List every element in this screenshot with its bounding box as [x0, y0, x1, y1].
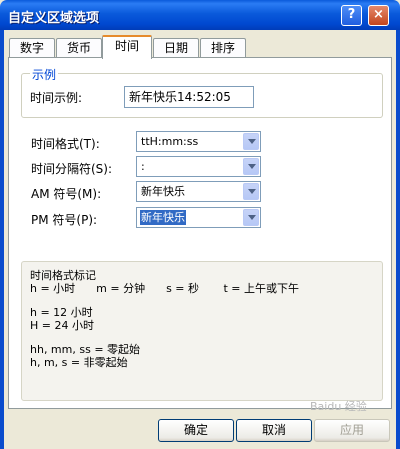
window-title: 自定义区域选项 — [8, 11, 100, 26]
time-separator-label: 时间分隔符(S): — [31, 162, 113, 176]
time-separator-combo[interactable]: : — [136, 156, 261, 177]
chevron-down-icon[interactable] — [243, 183, 259, 200]
notation-line: h, m, s = 非零起始 — [30, 356, 128, 369]
title-bar[interactable]: 自定义区域选项 ? × — [0, 0, 400, 30]
window-frame-left — [0, 30, 4, 449]
tab-date[interactable]: 日期 — [153, 38, 199, 58]
time-sample-value: 新年快乐14:52:05 — [124, 86, 254, 108]
chevron-down-icon[interactable] — [243, 158, 259, 175]
example-group: 示例 时间示例: 新年快乐14:52:05 — [21, 66, 383, 118]
time-format-combo[interactable]: ttH:mm:ss — [136, 131, 261, 152]
ok-button[interactable]: 确定 — [158, 419, 234, 442]
pm-symbol-combo[interactable]: 新年快乐 — [136, 207, 261, 228]
pm-symbol-label: PM 符号(P): — [31, 213, 98, 227]
watermark: Baidu 经验 — [310, 400, 367, 413]
time-separator-value: : — [141, 160, 145, 173]
chevron-down-icon[interactable] — [243, 209, 259, 226]
chevron-down-icon[interactable] — [243, 133, 259, 150]
time-tab-panel: 示例 时间示例: 新年快乐14:52:05 时间格式(T): ttH:mm:ss… — [8, 57, 392, 409]
close-button[interactable]: × — [368, 5, 389, 26]
help-button[interactable]: ? — [341, 5, 362, 26]
tab-sort[interactable]: 排序 — [200, 38, 246, 58]
example-group-title: 示例 — [30, 66, 59, 83]
notation-line: H = 24 小时 — [30, 319, 94, 332]
am-symbol-combo[interactable]: 新年快乐 — [136, 181, 261, 202]
time-format-label: 时间格式(T): — [31, 137, 100, 151]
am-symbol-value: 新年快乐 — [141, 185, 185, 198]
time-format-value: ttH:mm:ss — [141, 135, 199, 148]
tab-number[interactable]: 数字 — [9, 38, 55, 58]
tab-time[interactable]: 时间 — [102, 35, 152, 59]
time-sample-label: 时间示例: — [30, 91, 83, 105]
time-notation-box: 时间格式标记 h = 小时 m = 分钟 s = 秒 t = 上午或下午 h =… — [21, 261, 383, 401]
tab-currency[interactable]: 货币 — [56, 38, 102, 58]
pm-symbol-value[interactable]: 新年快乐 — [140, 210, 186, 225]
window-frame-right — [396, 30, 400, 449]
am-symbol-label: AM 符号(M): — [31, 187, 102, 201]
notation-line: h = 小时 m = 分钟 s = 秒 t = 上午或下午 — [30, 282, 300, 295]
cancel-button[interactable]: 取消 — [236, 419, 312, 442]
apply-button[interactable]: 应用 — [314, 419, 390, 442]
